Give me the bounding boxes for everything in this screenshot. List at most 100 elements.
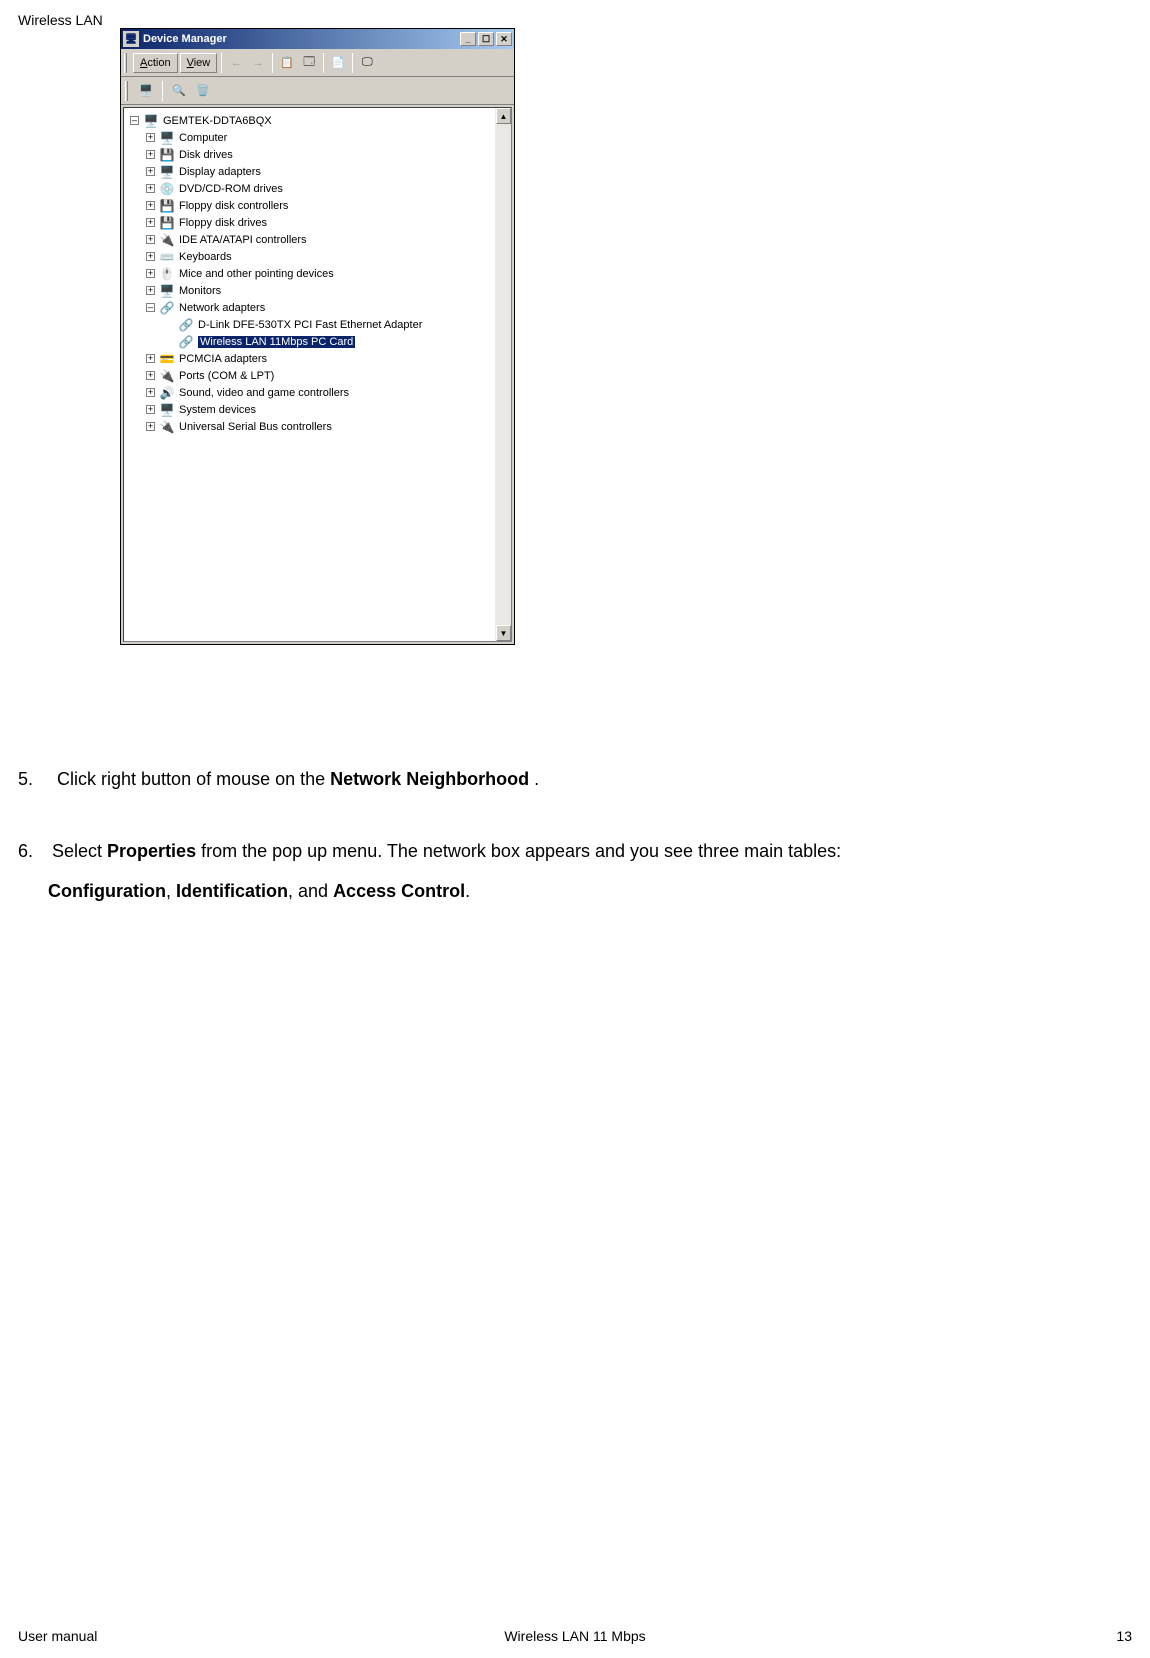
tree-item-label: Display adapters: [179, 166, 261, 178]
tree-item-label: Monitors: [179, 285, 221, 297]
page-header: Wireless LAN: [18, 12, 103, 28]
step-text: from the pop up menu. The network box ap…: [196, 841, 841, 861]
tree-item-dvd[interactable]: + 💿 DVD/CD-ROM drives: [124, 180, 511, 197]
tree-item-mice[interactable]: +🖱️Mice and other pointing devices: [124, 265, 511, 282]
tree-item-usb[interactable]: + 🔌 Universal Serial Bus controllers: [124, 418, 511, 435]
scan-hardware-icon[interactable]: 🔍: [169, 82, 189, 100]
tree-item-dlink[interactable]: 🔗D-Link DFE-530TX PCI Fast Ethernet Adap…: [124, 316, 511, 333]
tree-item-system[interactable]: +🖥️System devices: [124, 401, 511, 418]
tree-item-display[interactable]: +🖥️Display adapters: [124, 163, 511, 180]
tree-item-label-selected: Wireless LAN 11Mbps PC Card: [198, 336, 355, 348]
tree-item-computer[interactable]: +🖥️Computer: [124, 129, 511, 146]
tree-item-floppy-ctrl[interactable]: +💾Floppy disk controllers: [124, 197, 511, 214]
tree-item-label: IDE ATA/ATAPI controllers: [179, 234, 307, 246]
tree-item-monitors[interactable]: +🖥️Monitors: [124, 282, 511, 299]
device-manager-window: 🖥 Device Manager _ ☐ ✕ Action View ← → 📋…: [120, 28, 515, 645]
expand-icon[interactable]: +: [146, 354, 155, 363]
expand-icon[interactable]: +: [146, 167, 155, 176]
menubar: Action View ← → 📋 🗔 📄 🖵: [121, 49, 514, 77]
expand-icon[interactable]: +: [146, 422, 155, 431]
menu-view[interactable]: View: [180, 53, 218, 73]
tree-item-ports[interactable]: +🔌Ports (COM & LPT): [124, 367, 511, 384]
step-text: , and: [288, 881, 333, 901]
device-tree: – 🖥️ GEMTEK-DDTA6BQX +🖥️Computer +💾Disk …: [123, 107, 512, 642]
expand-icon[interactable]: +: [146, 218, 155, 227]
keyboard-icon: ⌨️: [159, 249, 175, 265]
expand-icon[interactable]: +: [146, 201, 155, 210]
expand-icon[interactable]: +: [146, 235, 155, 244]
computer-icon: 🖥️: [143, 113, 159, 129]
divider: [323, 53, 324, 73]
step-bold: Access Control: [333, 881, 465, 901]
expand-icon[interactable]: +: [146, 252, 155, 261]
computer-icon[interactable]: 🖥️: [136, 82, 156, 100]
tree-item-pcmcia[interactable]: +💳PCMCIA adapters: [124, 350, 511, 367]
expand-icon[interactable]: +: [146, 269, 155, 278]
step-text: .: [465, 881, 470, 901]
step-bold: Identification: [176, 881, 288, 901]
window-title: Device Manager: [143, 33, 460, 45]
tree-item-wireless[interactable]: 🔗Wireless LAN 11Mbps PC Card: [124, 333, 511, 350]
expand-icon[interactable]: +: [146, 184, 155, 193]
scroll-up-button[interactable]: ▲: [496, 108, 511, 124]
remove-device-icon[interactable]: 🗑️: [193, 82, 213, 100]
usb-icon: 🔌: [159, 419, 175, 435]
collapse-icon[interactable]: –: [130, 116, 139, 125]
step-text: Click right button of mouse on the: [57, 769, 330, 789]
tree-item-label: Network adapters: [179, 302, 265, 314]
divider: [272, 53, 273, 73]
step-number: 5.: [18, 760, 42, 800]
toolbar-secondary: 🖥️ 🔍 🗑️: [121, 77, 514, 105]
toolbar-icon-1[interactable]: 📋: [277, 54, 297, 72]
floppy-icon: 💾: [159, 215, 175, 231]
expand-icon[interactable]: +: [146, 150, 155, 159]
tree-item-floppy-drv[interactable]: + 💾 Floppy disk drives: [124, 214, 511, 231]
computer-icon: 🖥️: [159, 130, 175, 146]
footer-left: User manual: [18, 1628, 97, 1644]
dvd-icon: 💿: [159, 181, 175, 197]
tree-item-ide[interactable]: + 🔌 IDE ATA/ATAPI controllers: [124, 231, 511, 248]
step-text: ,: [166, 881, 176, 901]
minimize-button[interactable]: _: [460, 32, 476, 46]
tree-root-label: GEMTEK-DDTA6BQX: [163, 115, 272, 127]
window-controls: _ ☐ ✕: [460, 32, 512, 46]
expand-icon[interactable]: +: [146, 371, 155, 380]
step-text: Select: [52, 841, 107, 861]
step-number: 6.: [18, 832, 42, 872]
scroll-track[interactable]: [496, 124, 511, 625]
menu-handle: [125, 81, 128, 101]
tree-item-keyboard[interactable]: + ⌨️ Keyboards: [124, 248, 511, 265]
expand-icon[interactable]: +: [146, 286, 155, 295]
scroll-down-button[interactable]: ▼: [496, 625, 511, 641]
step-bold: Configuration: [48, 881, 166, 901]
tree-item-network[interactable]: –🔗Network adapters: [124, 299, 511, 316]
refresh-icon[interactable]: 🖵: [357, 54, 377, 72]
tree-item-label: Mice and other pointing devices: [179, 268, 334, 280]
tree-item-label: Keyboards: [179, 251, 232, 263]
properties-icon[interactable]: 📄: [328, 54, 348, 72]
collapse-icon[interactable]: –: [146, 303, 155, 312]
tree-item-label: DVD/CD-ROM drives: [179, 183, 283, 195]
scrollbar[interactable]: ▲ ▼: [495, 108, 511, 641]
ide-icon: 🔌: [159, 232, 175, 248]
step-5: 5. Click right button of mouse on the Ne…: [18, 760, 1132, 800]
expand-icon[interactable]: +: [146, 388, 155, 397]
sound-icon: 🔊: [159, 385, 175, 401]
toolbar-icon-2[interactable]: 🗔: [299, 54, 319, 72]
tree-item-label: Floppy disk drives: [179, 217, 267, 229]
maximize-button[interactable]: ☐: [478, 32, 494, 46]
tree-item-sound[interactable]: +🔊Sound, video and game controllers: [124, 384, 511, 401]
menu-action[interactable]: Action: [133, 53, 178, 73]
floppy-icon: 💾: [159, 198, 175, 214]
titlebar: 🖥 Device Manager _ ☐ ✕: [121, 29, 514, 49]
system-icon: 🖥️: [159, 402, 175, 418]
close-button[interactable]: ✕: [496, 32, 512, 46]
tree-item-label: Disk drives: [179, 149, 233, 161]
tree-root[interactable]: – 🖥️ GEMTEK-DDTA6BQX: [124, 112, 511, 129]
expand-icon[interactable]: +: [146, 133, 155, 142]
tree-item-label: Universal Serial Bus controllers: [179, 421, 332, 433]
tree-item-label: PCMCIA adapters: [179, 353, 267, 365]
tree-item-disk[interactable]: +💾Disk drives: [124, 146, 511, 163]
expand-icon[interactable]: +: [146, 405, 155, 414]
port-icon: 🔌: [159, 368, 175, 384]
